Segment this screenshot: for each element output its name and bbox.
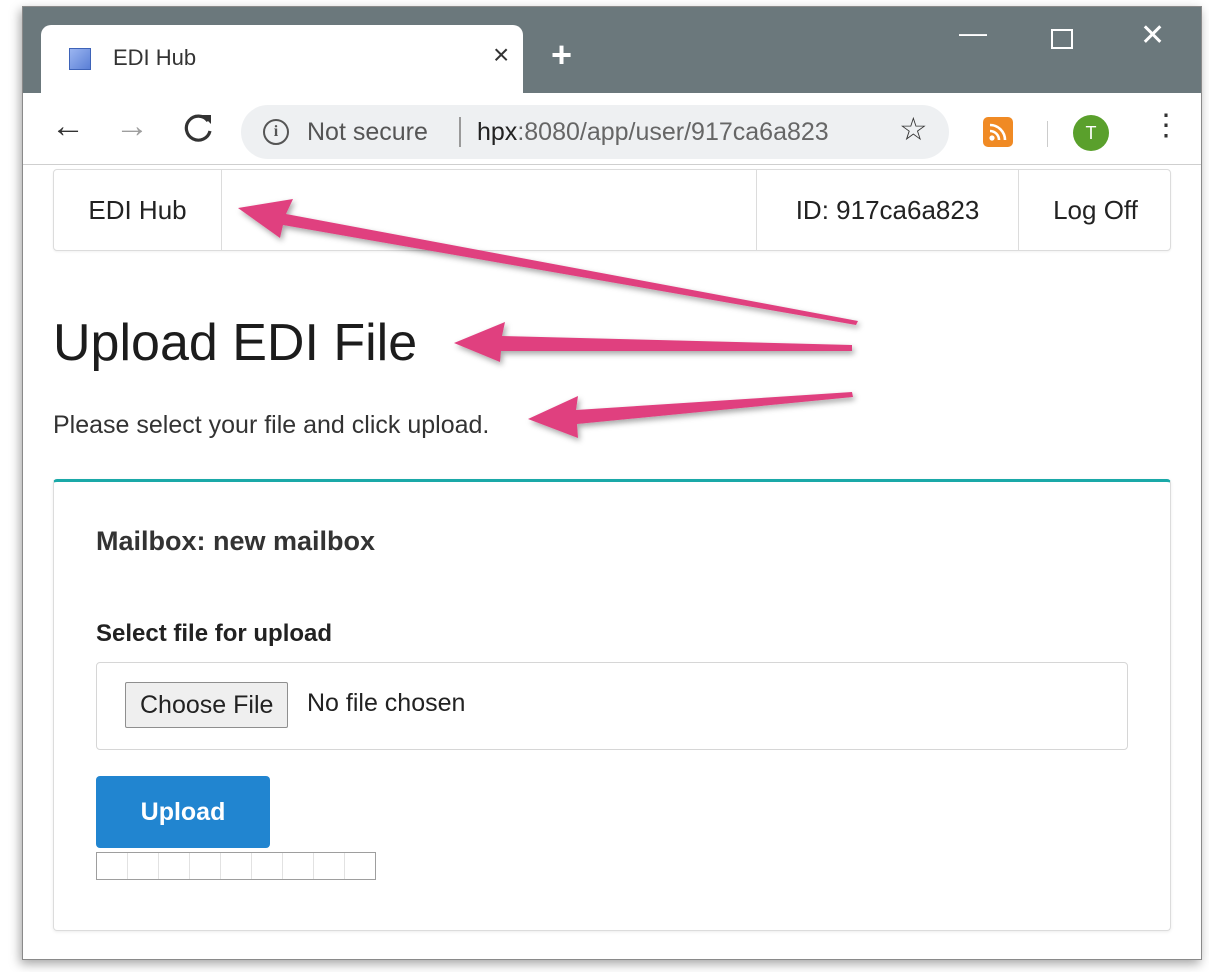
choose-file-button[interactable]: Choose File	[125, 682, 289, 728]
back-icon[interactable]: ←	[51, 109, 85, 143]
browser-titlebar: EDI Hub × + — ✕	[23, 7, 1201, 95]
page-title: Upload EDI File	[53, 314, 418, 372]
forward-icon[interactable]: →	[115, 109, 149, 143]
tab-title: EDI Hub	[113, 45, 197, 70]
file-field-label: Select file for upload	[96, 620, 333, 647]
url-text[interactable]: hpx:8080/app/user/917ca6a823	[477, 118, 829, 147]
progress-segment	[345, 853, 375, 879]
file-status-text: No file chosen	[307, 689, 466, 717]
menu-icon[interactable]: ⋮	[1151, 111, 1181, 141]
security-label[interactable]: Not secure	[307, 118, 428, 147]
toolbar-divider	[1047, 121, 1048, 147]
upload-progress-bar	[96, 852, 376, 880]
rss-icon[interactable]	[983, 117, 1013, 147]
file-input-container: Choose File No file chosen	[96, 662, 1128, 750]
progress-segment	[128, 853, 159, 879]
app-navbar: EDI Hub ID: 917ca6a823 Log Off	[53, 169, 1171, 251]
browser-window: EDI Hub × + — ✕ ← → i Not secure hpx:808…	[22, 6, 1202, 960]
close-icon[interactable]: ×	[493, 41, 509, 69]
progress-segment	[314, 853, 345, 879]
browser-toolbar: ← → i Not secure hpx:8080/app/user/917ca…	[23, 93, 1201, 165]
logoff-link[interactable]: Log Off	[1018, 170, 1172, 250]
browser-tab[interactable]: EDI Hub ×	[41, 25, 523, 95]
avatar[interactable]: T	[1073, 115, 1109, 151]
progress-segment	[252, 853, 283, 879]
address-bar[interactable]: i Not secure hpx:8080/app/user/917ca6a82…	[241, 105, 949, 159]
progress-segment	[221, 853, 252, 879]
window-close-button[interactable]: ✕	[1140, 21, 1165, 51]
progress-segment	[190, 853, 221, 879]
upload-card: Mailbox: new mailbox Select file for upl…	[53, 479, 1171, 931]
progress-segment	[283, 853, 314, 879]
star-icon[interactable]: ☆	[899, 113, 928, 145]
reload-icon[interactable]	[181, 111, 215, 151]
info-icon[interactable]: i	[263, 119, 289, 145]
page-content: EDI Hub ID: 917ca6a823 Log Off Upload ED…	[23, 165, 1201, 959]
url-path: :8080/app/user/917ca6a823	[517, 118, 829, 146]
favicon-icon	[69, 48, 91, 70]
rss-glyph	[989, 123, 1007, 141]
upload-button[interactable]: Upload	[96, 776, 270, 848]
brand-link[interactable]: EDI Hub	[54, 170, 222, 250]
maximize-button[interactable]	[1051, 29, 1073, 49]
progress-segment	[159, 853, 190, 879]
omnibox-divider	[459, 117, 461, 147]
page-subtitle: Please select your file and click upload…	[53, 411, 490, 439]
user-id-label: ID: 917ca6a823	[756, 170, 1018, 250]
url-host: hpx	[477, 118, 518, 146]
minimize-button[interactable]: —	[959, 19, 987, 47]
progress-segment	[97, 853, 128, 879]
mailbox-heading: Mailbox: new mailbox	[96, 526, 376, 556]
reload-glyph	[184, 114, 212, 142]
plus-icon[interactable]: +	[551, 37, 572, 73]
